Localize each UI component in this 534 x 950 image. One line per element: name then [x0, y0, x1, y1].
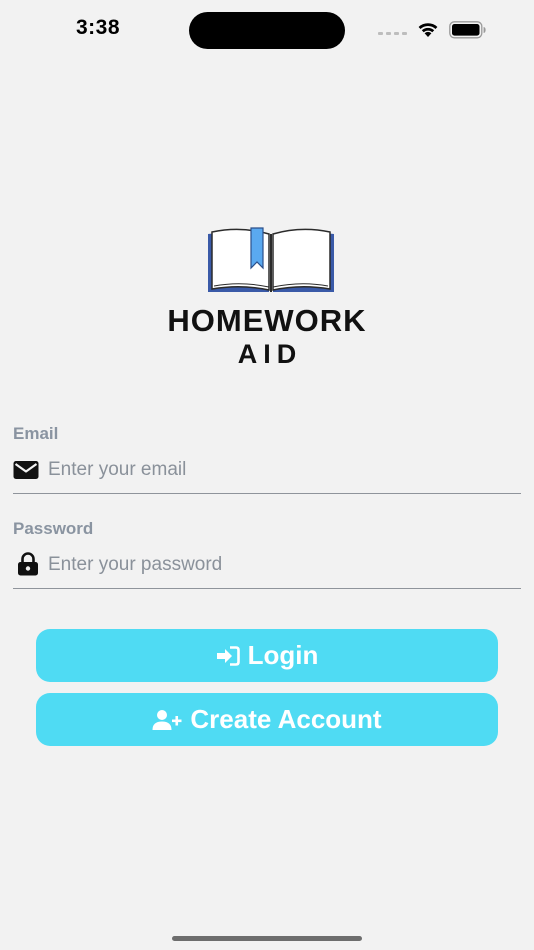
sign-in-icon — [216, 645, 240, 666]
login-button[interactable]: Login — [36, 629, 498, 682]
status-time: 3:38 — [76, 16, 121, 39]
password-field-row — [13, 545, 521, 589]
logo-title-line1: HOMEWORK — [167, 303, 367, 338]
lock-icon — [18, 552, 38, 576]
login-button-label: Login — [247, 640, 319, 670]
password-input[interactable] — [48, 549, 508, 581]
login-screen: 3:38 HOMEWORK AID Email Enter your email… — [0, 0, 534, 950]
envelope-icon — [13, 461, 39, 479]
email-field-row — [13, 450, 521, 494]
wifi-icon — [418, 23, 438, 37]
create-account-button-label: Create Account — [190, 704, 382, 734]
email-label: Email — [13, 424, 59, 443]
create-account-button[interactable]: Create Account — [36, 693, 498, 746]
home-indicator[interactable] — [172, 936, 362, 941]
cellular-signal-icon — [378, 32, 407, 35]
email-input[interactable] — [48, 454, 508, 486]
open-book-icon — [208, 227, 334, 292]
user-plus-icon — [152, 709, 182, 730]
password-label: Password — [13, 519, 94, 538]
dynamic-island — [189, 12, 345, 49]
logo-title-line2: AID — [237, 339, 303, 369]
battery-icon — [449, 21, 486, 39]
